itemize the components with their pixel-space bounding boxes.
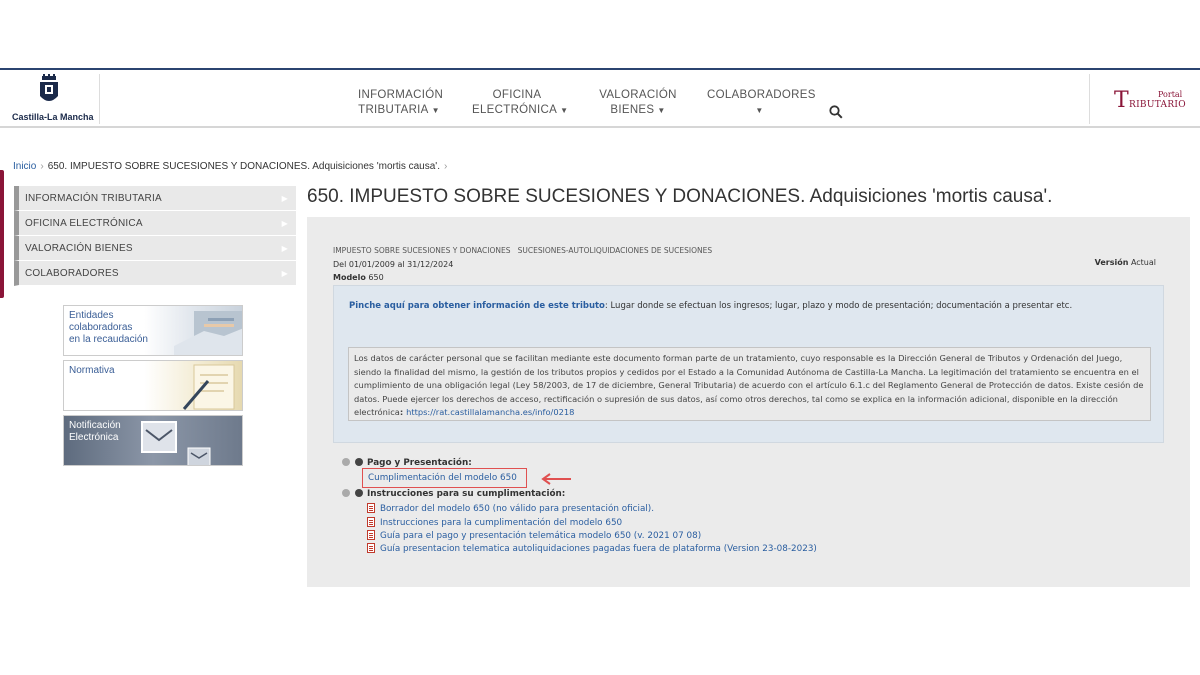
section-instrucciones[interactable]: Instrucciones para su cumplimentación: xyxy=(342,489,565,499)
privacy-url-link[interactable]: https://rat.castillalamancha.es/info/021… xyxy=(406,407,574,417)
tax-info-link[interactable]: Pinche aquí para obtener información de … xyxy=(349,301,1072,311)
sidebar-menu: INFORMACIÓN TRIBUTARIA ▶ OFICINA ELECTRÓN… xyxy=(14,186,296,286)
sidebar-item-valoracion-bienes[interactable]: VALORACIÓN BIENES ▶ xyxy=(14,236,296,261)
page-title: 650. IMPUESTO SOBRE SUCESIONES Y DONACIO… xyxy=(307,186,1053,207)
document-link[interactable]: Guía para el pago y presentación telemát… xyxy=(367,530,701,541)
breadcrumb: Inicio › 650. IMPUESTO SOBRE SUCESIONES Y … xyxy=(13,161,451,172)
site-header: Castilla-La Mancha INFORMACIÓN TRIBUTARI… xyxy=(0,70,1200,128)
promo-normativa[interactable]: Normativa xyxy=(63,360,243,411)
handshake-illustration-icon xyxy=(174,311,242,355)
section-pago-presentacion[interactable]: Pago y Presentación: xyxy=(342,458,472,468)
chevron-circle-icon xyxy=(355,489,363,497)
chevron-right-icon: › xyxy=(444,161,448,172)
expand-icon xyxy=(342,489,350,497)
breadcrumb-current: 650. IMPUESTO SOBRE SUCESIONES Y DONACIO… xyxy=(47,161,440,172)
caret-down-icon: ▼ xyxy=(657,106,666,115)
nav-colaboradores[interactable]: COLABORADORES ▼ xyxy=(707,88,815,118)
envelope-icon xyxy=(141,421,211,465)
chevron-right-icon: ▶ xyxy=(281,269,288,278)
model-number: Modelo 650 xyxy=(333,273,384,282)
search-icon[interactable] xyxy=(829,105,843,119)
validity-dates: Del 01/01/2009 al 31/12/2024 xyxy=(333,260,454,269)
main-content-panel: IMPUESTO SOBRE SUCESIONES Y DONACIONES S… xyxy=(307,217,1190,587)
chevron-right-icon: › xyxy=(40,161,44,172)
sidebar-item-oficina-electronica[interactable]: OFICINA ELECTRÓNICA ▶ xyxy=(14,211,296,236)
left-accent-bar xyxy=(0,170,4,298)
chevron-circle-icon xyxy=(355,458,363,466)
tax-categories: IMPUESTO SOBRE SUCESIONES Y DONACIONES S… xyxy=(333,246,713,255)
chevron-right-icon: ▶ xyxy=(281,244,288,253)
caret-down-icon: ▼ xyxy=(560,106,569,115)
promo-entidades-colaboradoras[interactable]: Entidades colaboradoras en la recaudació… xyxy=(63,305,243,356)
nav-informacion-tributaria[interactable]: INFORMACIÓN TRIBUTARIA ▼ xyxy=(358,88,443,118)
version-info: Versión Actual xyxy=(1094,258,1156,267)
nav-oficina-electronica[interactable]: OFICINA ELECTRÓNICA ▼ xyxy=(472,88,568,118)
document-link[interactable]: Guía presentacion telematica autoliquida… xyxy=(367,543,817,554)
sidebar-item-colaboradores[interactable]: COLABORADORES ▶ xyxy=(14,261,296,286)
crest-icon xyxy=(40,74,58,101)
breadcrumb-home-link[interactable]: Inicio xyxy=(13,161,36,172)
portal-tributario-logo[interactable]: T Portal RIBUTARIO xyxy=(1089,74,1200,124)
document-link[interactable]: Instrucciones para la cumplimentación de… xyxy=(367,517,622,528)
caret-down-icon: ▼ xyxy=(755,106,764,115)
chevron-right-icon: ▶ xyxy=(281,219,288,228)
pdf-icon xyxy=(367,530,375,540)
castilla-la-mancha-logo[interactable]: Castilla-La Mancha xyxy=(10,74,100,124)
document-pen-icon xyxy=(182,364,235,410)
promo-notificacion-electronica[interactable]: Notificación Electrónica xyxy=(63,415,243,466)
privacy-notice: Los datos de carácter personal que se fa… xyxy=(348,347,1151,421)
chevron-right-icon: ▶ xyxy=(281,194,288,203)
tax-info-box: Pinche aquí para obtener información de … xyxy=(333,285,1164,443)
sidebar-item-informacion-tributaria[interactable]: INFORMACIÓN TRIBUTARIA ▶ xyxy=(14,186,296,211)
pdf-icon xyxy=(367,503,375,513)
document-link[interactable]: Borrador del modelo 650 (no válido para … xyxy=(367,503,654,514)
expand-icon xyxy=(342,458,350,466)
caret-down-icon: ▼ xyxy=(431,106,440,115)
arrow-left-icon xyxy=(541,473,571,485)
nav-valoracion-bienes[interactable]: VALORACIÓN BIENES ▼ xyxy=(598,88,678,118)
cumplimentacion-modelo-650-link[interactable]: Cumplimentación del modelo 650 xyxy=(362,468,527,488)
logo-text: Castilla-La Mancha xyxy=(12,112,94,122)
pdf-icon xyxy=(367,543,375,553)
pdf-icon xyxy=(367,517,375,527)
